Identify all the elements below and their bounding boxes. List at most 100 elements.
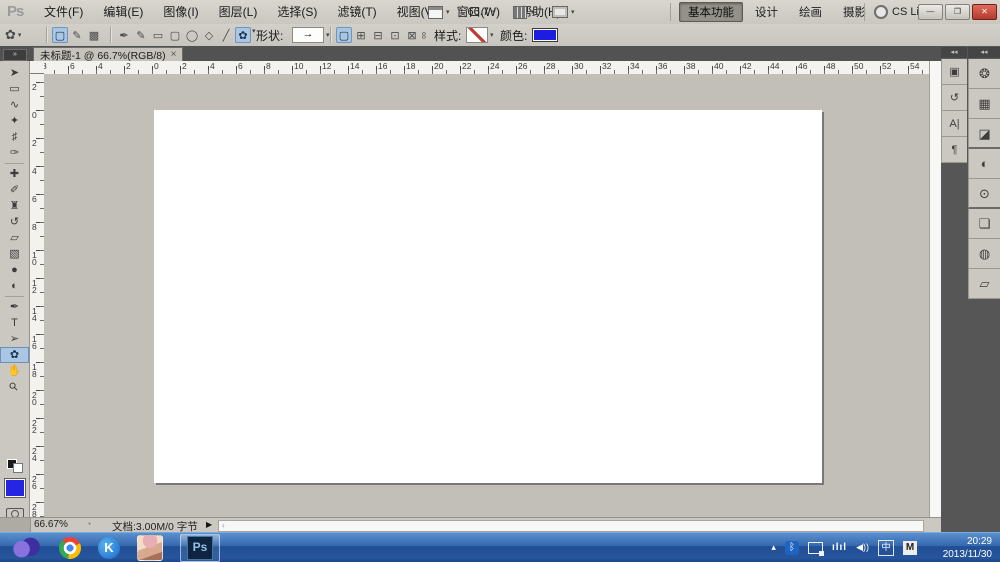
- rectangle-option-button[interactable]: ▭: [150, 27, 166, 43]
- menu-select[interactable]: 选择(S): [267, 0, 327, 24]
- type-tool[interactable]: T: [0, 315, 29, 331]
- marquee-tool[interactable]: ▭: [0, 81, 29, 97]
- restore-button[interactable]: ❐: [945, 4, 970, 20]
- polygon-option-button[interactable]: ◇: [201, 27, 217, 43]
- shape-picker[interactable]: → ▾: [292, 24, 330, 46]
- character-panel-button[interactable]: A|: [941, 111, 967, 137]
- zoom-tool[interactable]: ⚲: [0, 379, 29, 395]
- pen-option-button[interactable]: ✒: [116, 27, 132, 43]
- arrange-documents-button[interactable]: ▾: [424, 3, 454, 21]
- menu-edit[interactable]: 编辑(E): [93, 0, 153, 24]
- history-panel-button[interactable]: ↺: [941, 85, 967, 111]
- shape-layers-mode-button[interactable]: ▢: [52, 27, 68, 43]
- screen-mode-button[interactable]: ▾: [548, 3, 579, 21]
- document-tab-bar: » 未标题-1 @ 66.7%(RGB/8) ×: [0, 46, 941, 62]
- photoshop-taskbar-button[interactable]: Ps: [180, 533, 220, 562]
- workspace-button-painting[interactable]: 绘画: [790, 2, 831, 22]
- styles-panel-button[interactable]: ◪: [968, 119, 1000, 149]
- paths-panel-button[interactable]: ▱: [968, 269, 1000, 299]
- menu-file[interactable]: 文件(F): [34, 0, 93, 24]
- document-tab[interactable]: 未标题-1 @ 66.7%(RGB/8) ×: [33, 47, 184, 62]
- mini-bridge-panel-button[interactable]: ▣: [941, 59, 967, 85]
- intersect-shape-areas-button[interactable]: ⊡: [387, 27, 403, 43]
- fill-pixels-mode-button[interactable]: ▩: [86, 27, 102, 43]
- marquee-tool-icon: ▭: [9, 83, 20, 95]
- gradient-tool[interactable]: ▧: [0, 246, 29, 262]
- ime-language-button[interactable]: 中: [878, 539, 894, 556]
- lasso-tool[interactable]: ∿: [0, 97, 29, 113]
- paths-mode-button[interactable]: ✎: [69, 27, 85, 43]
- path-selection-tool[interactable]: ➢: [0, 331, 29, 347]
- ruler-label: 28: [32, 502, 37, 519]
- vertical-scrollbar[interactable]: [929, 61, 941, 517]
- workspace-button-design[interactable]: 设计: [746, 2, 787, 22]
- clock-time: 20:29: [966, 535, 992, 547]
- close-button[interactable]: ✕: [972, 4, 997, 20]
- eraser-tool[interactable]: ▱: [0, 230, 29, 246]
- custom-shape-option-button[interactable]: ✿: [235, 27, 251, 43]
- menu-filter[interactable]: 滤镜(T): [327, 0, 386, 24]
- move-tool[interactable]: ➤: [0, 65, 29, 81]
- avatar-taskbar-icon[interactable]: [137, 534, 163, 561]
- document-canvas[interactable]: [154, 110, 822, 483]
- adjustments-panel-button[interactable]: ◐: [968, 149, 1000, 179]
- channels-panel-button[interactable]: ◍: [968, 239, 1000, 269]
- swatches-panel-button[interactable]: ▦: [968, 89, 1000, 119]
- rounded-rectangle-option-button[interactable]: ▢: [167, 27, 183, 43]
- color-picker[interactable]: [532, 24, 558, 46]
- color-panel-button[interactable]: ❂: [968, 59, 1000, 89]
- kugou-icon[interactable]: K: [98, 536, 120, 559]
- workspace-button-essentials[interactable]: 基本功能: [679, 2, 743, 22]
- blur-tool[interactable]: ●: [0, 262, 29, 278]
- ruler-label: 4: [32, 166, 37, 176]
- spot-healing-tool[interactable]: ✚: [0, 166, 29, 182]
- pen-tool[interactable]: ✒: [0, 299, 29, 315]
- crop-tool[interactable]: ♯: [0, 129, 29, 145]
- masks-panel-button[interactable]: ⊙: [968, 179, 1000, 209]
- line-option-button[interactable]: ╱: [218, 27, 234, 43]
- freeform-pen-option-button[interactable]: ✎: [133, 27, 149, 43]
- brush-tool[interactable]: ✐: [0, 182, 29, 198]
- history-brush-tool[interactable]: ↺: [0, 214, 29, 230]
- menu-image[interactable]: 图像(I): [153, 0, 208, 24]
- network-icon[interactable]: [807, 541, 824, 556]
- minimize-button[interactable]: —: [918, 4, 943, 20]
- hand-tool[interactable]: ✋: [0, 363, 29, 379]
- chrome-icon[interactable]: [59, 536, 81, 559]
- horizontal-ruler[interactable]: 8 6 4 2 0 2 4 6 8 10 12 14 16 18 20 22 24 26 28 30 32 34 36 38 4…: [30, 61, 929, 75]
- foreground-color-swatch[interactable]: [3, 478, 26, 498]
- ime-mode-button[interactable]: M: [903, 540, 917, 555]
- subtract-from-shape-area-button[interactable]: ⊟: [370, 27, 386, 43]
- clone-stamp-tool[interactable]: ♜: [0, 198, 29, 214]
- hidden-icons-button[interactable]: ▴: [771, 542, 776, 553]
- dock-collapse-button[interactable]: ◂◂: [968, 47, 1000, 59]
- ellipse-option-button[interactable]: ◯: [184, 27, 200, 43]
- vertical-ruler[interactable]: 2 0 2 4 6 8 10 12 14 16 18 20 22 24 26 28: [30, 74, 45, 519]
- menu-layer[interactable]: 图层(L): [209, 0, 268, 24]
- swirl-app-icon[interactable]: [12, 536, 42, 559]
- taskbar-clock[interactable]: 20:29 2013/11/30: [926, 535, 992, 561]
- eyedropper-tool[interactable]: ✑: [0, 145, 29, 161]
- close-tab-icon[interactable]: ×: [171, 50, 177, 60]
- dock-collapse-button[interactable]: ◂◂: [941, 47, 967, 59]
- layers-panel-button[interactable]: ❏: [968, 209, 1000, 239]
- tool-preset-button[interactable]: ✿ ▾: [5, 24, 21, 46]
- horizontal-scrollbar[interactable]: ‹: [218, 520, 924, 532]
- paragraph-panel-button[interactable]: ¶: [941, 137, 967, 163]
- add-to-shape-area-button[interactable]: ⊞: [353, 27, 369, 43]
- link-layers-button[interactable]: ∞: [418, 24, 429, 46]
- zoom-level-button[interactable]: 66.7 ▾: [464, 3, 500, 21]
- tab-overflow-button[interactable]: »: [3, 49, 27, 61]
- signal-icon[interactable]: ılıl: [832, 542, 847, 553]
- status-menu-arrow[interactable]: ▶: [206, 520, 212, 529]
- dodge-tool[interactable]: ◐: [0, 278, 29, 294]
- status-zoom-field[interactable]: 66.67%: [34, 519, 68, 530]
- bluetooth-icon[interactable]: ᛒ: [784, 540, 799, 555]
- volume-icon[interactable]: ◀)): [856, 542, 869, 553]
- style-picker[interactable]: ▾: [466, 24, 494, 46]
- create-shape-layer-button[interactable]: ▢: [336, 27, 352, 43]
- view-extras-button[interactable]: ▾: [509, 3, 538, 21]
- custom-shape-tool[interactable]: ✿: [0, 347, 29, 363]
- quick-selection-tool[interactable]: ✦: [0, 113, 29, 129]
- default-colors-widget[interactable]: [6, 459, 23, 473]
